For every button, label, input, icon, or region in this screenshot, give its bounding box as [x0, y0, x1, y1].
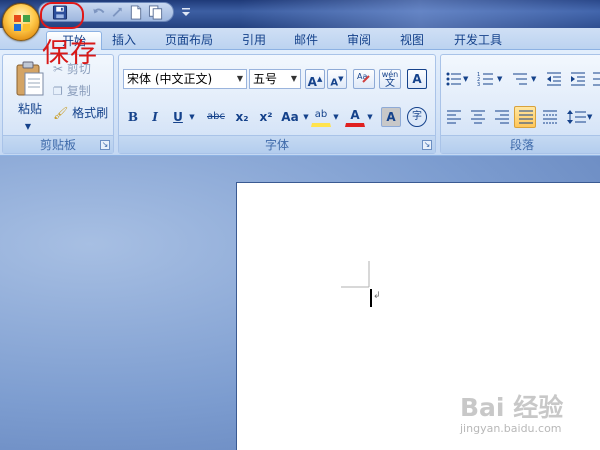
annotation-text: 保存	[42, 38, 98, 69]
format-painter-button[interactable]: 🖌 格式刷	[53, 103, 113, 123]
numbering-icon[interactable]: 1 2 3	[477, 71, 495, 87]
font-size-dropdown-icon: ▼	[290, 74, 298, 83]
font-name-value: 宋体 (中文正文)	[127, 72, 213, 86]
justify-button[interactable]	[514, 106, 536, 128]
phonetic-guide-button[interactable]: wén 文	[379, 69, 401, 89]
highlight-dropdown-icon[interactable]: ▼	[331, 107, 341, 127]
change-case-dropdown-icon[interactable]: ▼	[301, 107, 311, 127]
clipboard-group-label: 剪贴板	[3, 135, 113, 153]
strikethrough-button[interactable]: abc	[203, 107, 229, 127]
font-name-select[interactable]: 宋体 (中文正文) ▼	[123, 69, 247, 89]
paste-dropdown-arrow[interactable]: ▼	[21, 117, 35, 137]
tab-developer[interactable]: 开发工具	[444, 31, 512, 50]
chinese-layout-icon[interactable]	[591, 71, 600, 87]
grow-font-button[interactable]: A▲	[305, 69, 325, 89]
enclose-chars-button[interactable]: 字	[407, 107, 427, 127]
copy-pages-icon[interactable]	[148, 5, 164, 20]
paragraph-group: ▼ 1 2 3 ▼ ▼ ▼ 段落	[440, 54, 600, 154]
font-group: 宋体 (中文正文) ▼ 五号 ▼ A▲ A▼ Aa wén 文 A B I U ▼…	[118, 54, 436, 154]
format-painter-icon: 🖌	[53, 106, 69, 120]
change-case-button[interactable]: Aa	[279, 107, 301, 127]
paste-button[interactable]: 粘贴	[13, 99, 47, 119]
line-spacing-dropdown-icon[interactable]: ▼	[587, 107, 595, 127]
numbering-dropdown-icon[interactable]: ▼	[497, 69, 505, 89]
tab-references[interactable]: 引用	[234, 31, 274, 50]
title-bar-decoration	[240, 0, 600, 28]
char-border-button[interactable]: A	[407, 69, 427, 89]
redo-icon[interactable]	[109, 5, 125, 20]
align-right-icon[interactable]	[493, 109, 511, 125]
italic-button[interactable]: I	[145, 107, 165, 127]
font-dialog-launcher[interactable]: ↘	[422, 140, 432, 150]
clear-format-icon: Aa	[357, 72, 370, 83]
margin-corner-mark	[341, 261, 370, 288]
watermark: Bai 经验 jingyan.baidu.com	[460, 388, 596, 440]
char-border-icon: A	[412, 72, 422, 86]
watermark-logo: Bai 经验	[460, 388, 563, 424]
font-name-dropdown-icon: ▼	[236, 74, 244, 83]
align-center-icon[interactable]	[469, 109, 487, 125]
text-cursor	[370, 289, 372, 307]
tab-insert[interactable]: 插入	[104, 31, 144, 50]
underline-dropdown-icon[interactable]: ▼	[187, 107, 197, 127]
tab-review[interactable]: 审阅	[338, 31, 380, 50]
copy-label: 复制	[66, 84, 91, 98]
office-button[interactable]	[2, 3, 40, 41]
tab-page-layout[interactable]: 页面布局	[156, 31, 222, 50]
multilevel-dropdown-icon[interactable]: ▼	[531, 69, 539, 89]
paragraph-mark-icon: ↲	[373, 291, 381, 301]
annotation-circle	[40, 2, 84, 29]
increase-indent-icon[interactable]	[569, 71, 587, 87]
multilevel-list-icon[interactable]	[511, 71, 529, 87]
highlight-button[interactable]: ab	[311, 107, 331, 127]
undo-icon[interactable]	[91, 5, 107, 20]
subscript-button[interactable]: x₂	[231, 107, 253, 127]
copy-button[interactable]: ❐ 复制	[53, 81, 113, 101]
distributed-align-icon[interactable]	[541, 109, 559, 125]
font-size-value: 五号	[253, 72, 278, 86]
justify-icon	[519, 110, 533, 124]
bullets-icon[interactable]	[445, 71, 463, 87]
format-painter-label: 格式刷	[72, 106, 109, 120]
shrink-font-button[interactable]: A▼	[327, 69, 347, 89]
font-size-select[interactable]: 五号 ▼	[249, 69, 301, 89]
font-group-label: 字体	[119, 135, 435, 153]
grow-font-icon: A	[307, 75, 317, 89]
customize-toolbar-icon[interactable]	[180, 5, 192, 19]
shrink-font-icon: A	[330, 77, 339, 89]
copy-icon: ❐	[53, 85, 63, 98]
tab-mailings[interactable]: 邮件	[286, 31, 326, 50]
tab-view[interactable]: 视图	[392, 31, 432, 50]
underline-button[interactable]: U	[169, 107, 187, 127]
bold-button[interactable]: B	[123, 107, 143, 127]
font-color-button[interactable]: A	[345, 107, 365, 127]
char-shading-button[interactable]: A	[381, 107, 401, 127]
decrease-indent-icon[interactable]	[545, 71, 563, 87]
superscript-button[interactable]: x²	[255, 107, 277, 127]
watermark-logo-text: Bai 经验	[460, 393, 564, 422]
office-logo-icon	[14, 15, 30, 31]
font-color-dropdown-icon[interactable]: ▼	[365, 107, 375, 127]
align-left-icon[interactable]	[445, 109, 463, 125]
clear-format-button[interactable]: Aa	[353, 69, 375, 89]
clipboard-dialog-launcher[interactable]: ↘	[100, 140, 110, 150]
bullets-dropdown-icon[interactable]: ▼	[463, 69, 471, 89]
svg-text:3: 3	[477, 82, 480, 87]
new-document-icon[interactable]	[128, 5, 144, 20]
line-spacing-icon[interactable]	[567, 109, 587, 125]
watermark-url: jingyan.baidu.com	[460, 422, 562, 435]
paragraph-group-label: 段落	[441, 135, 600, 153]
char-shading-icon: A	[386, 110, 396, 124]
title-bar	[0, 0, 600, 28]
